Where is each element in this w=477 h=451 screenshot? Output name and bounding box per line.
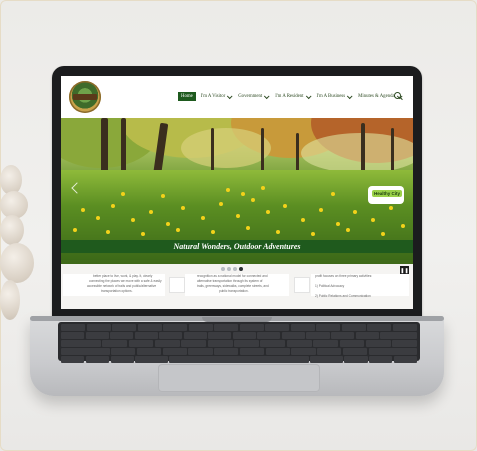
nav-item-resident[interactable]: I'm A Resident (273, 92, 312, 101)
site-logo[interactable] (69, 81, 101, 113)
card-line: 2) Public Relations and Communication (315, 294, 371, 298)
decorative-stones (0, 165, 40, 325)
hero-banner: Natural Wonders, Outdoor Adventures (61, 240, 413, 253)
trackpad (158, 364, 320, 392)
card-line: 1) Political Advocacy (315, 284, 345, 288)
nav-item-visitor[interactable]: I'm A Visitor (199, 92, 233, 101)
info-card: better place to live, work, & play. It, … (63, 274, 165, 296)
laptop-screen: Home I'm A Visitor Government I'm A Resi… (61, 76, 413, 309)
hero-title: Natural Wonders, Outdoor Adventures (173, 242, 301, 251)
card-icon (294, 277, 310, 293)
nav-item-government[interactable]: Government (236, 92, 270, 101)
card-line: transportation options. (101, 289, 133, 293)
chevron-down-icon (347, 92, 353, 99)
slider-dot-active[interactable] (239, 267, 243, 271)
card-line: profit focuses on three primary activiti… (315, 274, 373, 278)
slider-dots (221, 267, 243, 271)
chevron-down-icon (227, 92, 233, 99)
card-icon (169, 277, 185, 293)
info-card: recognition as a national model for conn… (185, 274, 289, 296)
card-line: public transportation. (219, 289, 249, 293)
nav-item-home[interactable]: Home (178, 92, 196, 101)
nav-item-business[interactable]: I'm A Business (315, 92, 354, 101)
keyboard (58, 322, 420, 363)
healthy-city-badge[interactable]: Healthy City (368, 186, 404, 204)
search-icon[interactable] (394, 92, 401, 99)
chevron-down-icon (305, 92, 312, 99)
info-card: profit focuses on three primary activiti… (311, 274, 409, 298)
chevron-down-icon (264, 92, 270, 99)
slider-dot[interactable] (233, 267, 237, 271)
content-section: ❚❚ better place to live, work, & play. I… (61, 264, 413, 309)
main-nav: Home I'm A Visitor Government I'm A Resi… (178, 92, 403, 101)
site-header: Home I'm A Visitor Government I'm A Resi… (61, 76, 413, 118)
hero-slider: Healthy City Natural Wonders, Outdoor Ad… (61, 118, 413, 264)
slider-dot[interactable] (227, 267, 231, 271)
slider-dot[interactable] (221, 267, 225, 271)
